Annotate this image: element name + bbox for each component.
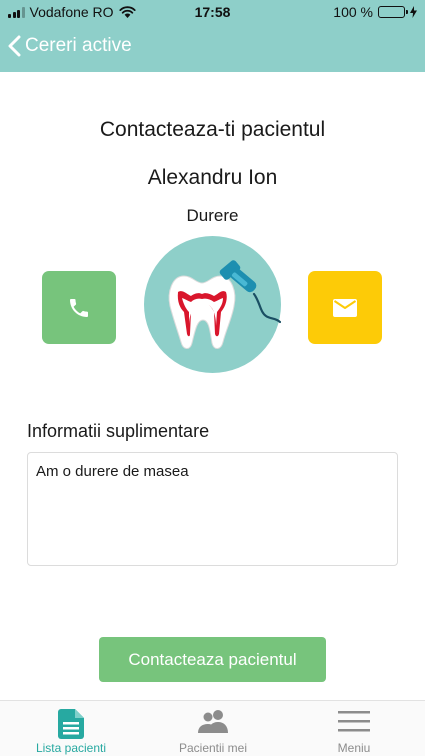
document-icon bbox=[58, 709, 84, 739]
navigation-bar: Cereri active bbox=[0, 24, 425, 72]
charging-icon bbox=[410, 6, 417, 18]
envelope-icon bbox=[333, 298, 357, 317]
status-bar: Vodafone RO 17:58 100 % bbox=[0, 0, 425, 24]
tab-label: Meniu bbox=[337, 741, 371, 755]
mail-button[interactable] bbox=[308, 271, 382, 344]
tab-label: Pacientii mei bbox=[178, 741, 248, 755]
battery-icon bbox=[378, 6, 408, 18]
request-category: Durere bbox=[186, 206, 239, 225]
additional-info-label: Informatii suplimentare bbox=[27, 421, 210, 441]
tab-lista-pacienti[interactable]: Lista pacienti bbox=[0, 701, 142, 756]
battery-info: 100 % bbox=[333, 4, 417, 20]
tab-bar: Lista pacienti Pacientii mei Meniu bbox=[0, 700, 425, 756]
users-icon bbox=[198, 710, 228, 733]
hamburger-menu-icon bbox=[338, 711, 370, 732]
tab-pacientii-mei[interactable]: Pacientii mei bbox=[142, 701, 284, 756]
tooth-drill-illustration bbox=[144, 236, 281, 373]
back-button-label: Cereri active bbox=[25, 35, 132, 56]
battery-percentage: 100 % bbox=[333, 4, 373, 20]
back-button[interactable]: Cereri active bbox=[8, 35, 132, 57]
additional-info-text: Am o durere de masea bbox=[27, 452, 398, 566]
call-button[interactable] bbox=[42, 271, 116, 344]
chevron-left-icon bbox=[8, 35, 21, 57]
phone-icon bbox=[70, 298, 88, 317]
tab-label: Lista pacienti bbox=[35, 741, 107, 755]
contact-patient-button[interactable]: Contacteaza pacientul bbox=[99, 637, 326, 682]
patient-name: Alexandru Ion bbox=[147, 166, 278, 189]
tab-meniu[interactable]: Meniu bbox=[283, 701, 425, 756]
page-title: Contacteaza-ti pacientul bbox=[99, 118, 326, 141]
